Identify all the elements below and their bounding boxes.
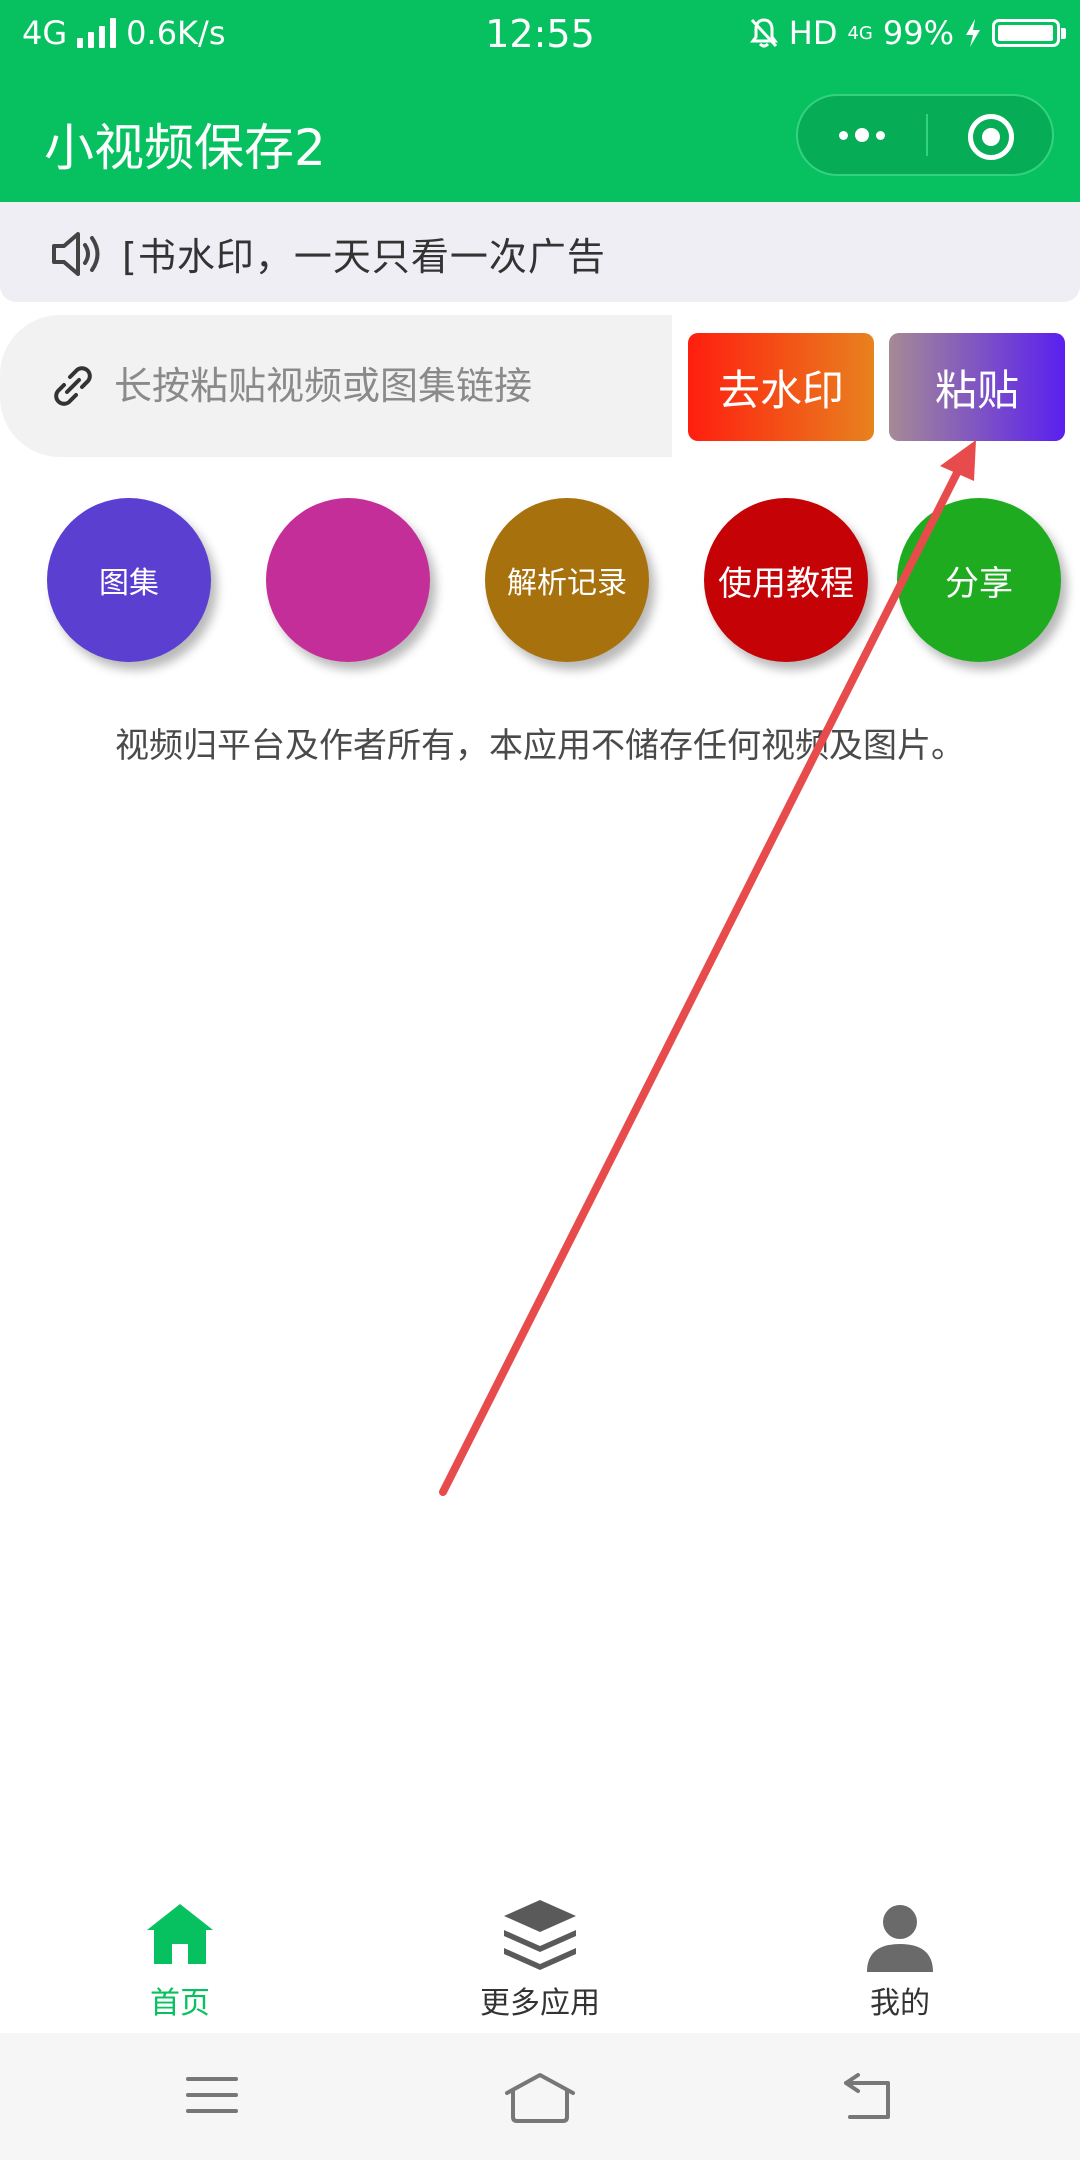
- close-target-icon[interactable]: [968, 114, 1014, 160]
- gallery-button[interactable]: 图集: [47, 498, 211, 662]
- tab-home-label: 首页: [150, 1986, 210, 2021]
- home-icon: [147, 1904, 213, 1964]
- status-bar: 4G 0.6K/s 12:55 HD 4G 99%: [0, 0, 1080, 72]
- menu-icon[interactable]: [184, 2071, 240, 2119]
- battery-icon: [992, 19, 1066, 47]
- tab-more-apps-label: 更多应用: [480, 1986, 600, 2021]
- pink-circle-button[interactable]: [266, 498, 430, 662]
- link-input-box[interactable]: [0, 315, 672, 457]
- link-icon: [54, 366, 92, 406]
- charging-icon: [966, 19, 980, 47]
- page-title: 小视频保存2: [44, 119, 326, 177]
- user-icon: [867, 1905, 933, 1972]
- mini-program-capsule: [796, 94, 1054, 176]
- tab-home[interactable]: 首页: [0, 1888, 360, 2033]
- notice-text: [书水印，一天只看一次广告: [122, 235, 606, 279]
- tab-mine-label: 我的: [870, 1986, 930, 2021]
- more-icon[interactable]: [798, 96, 926, 174]
- tab-mine[interactable]: 我的: [720, 1888, 1080, 2033]
- paste-button[interactable]: 粘贴: [889, 333, 1065, 441]
- remove-watermark-button[interactable]: 去水印: [688, 333, 874, 441]
- home-nav-icon[interactable]: [503, 2071, 577, 2123]
- speaker-icon: [52, 232, 100, 276]
- parse-history-button[interactable]: 解析记录: [485, 498, 649, 662]
- layers-icon: [504, 1900, 576, 1970]
- tab-more-apps[interactable]: 更多应用: [360, 1888, 720, 2033]
- system-nav-bar: [0, 2033, 1080, 2160]
- tutorial-button[interactable]: 使用教程: [704, 498, 868, 662]
- back-icon[interactable]: [840, 2071, 896, 2123]
- battery-percent: 99%: [882, 14, 954, 52]
- notice-bar: [书水印，一天只看一次广告: [0, 202, 1080, 302]
- link-input[interactable]: [112, 353, 656, 419]
- hd-indicator: HD: [788, 14, 838, 52]
- disclaimer-text: 视频归平台及作者所有，本应用不储存任何视频及图片。: [115, 726, 965, 766]
- network-type-2: 4G: [847, 22, 873, 44]
- title-bar: 小视频保存2: [0, 72, 1080, 202]
- capsule-divider: [926, 114, 928, 156]
- tab-bar: 首页 更多应用 我的: [0, 1888, 1080, 2033]
- mute-bell-icon: [749, 18, 778, 48]
- share-button[interactable]: 分享: [897, 498, 1061, 662]
